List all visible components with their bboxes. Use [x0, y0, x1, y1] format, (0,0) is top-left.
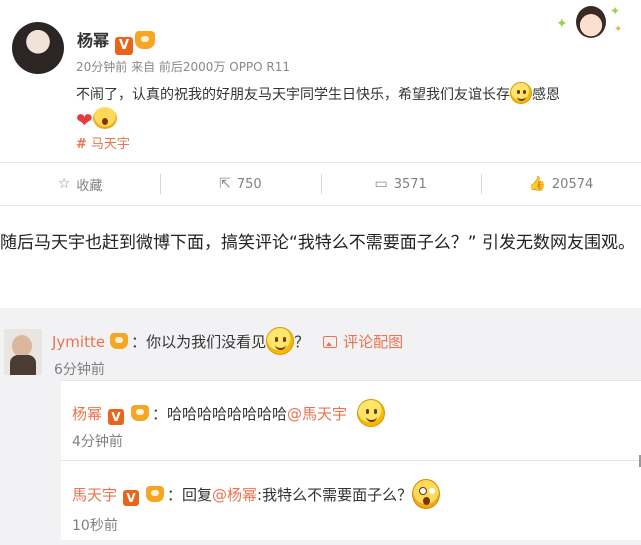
- comment-button[interactable]: ▭ 3571: [320, 163, 481, 205]
- shock-emoji-icon: [92, 107, 117, 129]
- post-text-main: 不闹了，认真的祝我的好朋友马天宇同学生日快乐，希望我们友谊长存: [76, 87, 510, 103]
- comment-count: 3571: [393, 176, 427, 192]
- author-avatar[interactable]: [12, 22, 64, 74]
- reply-user[interactable]: 杨幂: [72, 405, 102, 423]
- star-icon: ☆: [57, 176, 71, 192]
- reply-line: 杨幂 V ：哈哈哈哈哈哈哈哈@馬天宇: [72, 399, 385, 427]
- post-meta: 20分钟前 来自 前后2000万 OPPO R11: [76, 60, 291, 74]
- vip-crown-icon: [135, 31, 156, 49]
- topic-link[interactable]: # 马天宇: [76, 133, 130, 152]
- post-action-bar: ☆ 收藏 ⇱ 750 ▭ 3571 👍 20574: [0, 163, 641, 205]
- comment-time: 6分钟前: [54, 362, 105, 378]
- reply-user[interactable]: 馬天宇: [72, 486, 117, 504]
- reply-mention[interactable]: @杨幂: [212, 486, 257, 504]
- topic-label[interactable]: 马天宇: [91, 137, 130, 152]
- smile-emoji-icon: [266, 327, 295, 355]
- author-name[interactable]: 杨幂: [77, 31, 109, 50]
- shocked-emoji-icon: [412, 479, 441, 509]
- commenter-name[interactable]: Jymitte: [52, 333, 105, 351]
- comment-line: Jymitte ：你以为我们没看见 ？ 评论配图: [52, 327, 403, 355]
- topic-hash-icon: #: [76, 137, 87, 152]
- verified-badge-icon: V: [115, 37, 134, 55]
- comment-picture-link[interactable]: 评论配图: [323, 333, 403, 351]
- comment-text-tail: ？: [294, 333, 310, 351]
- article-paragraph: 随后马天宇也赶到微博下面，搞笑评论“我特么不需要面子么？” 引发无数网友围观。: [0, 233, 636, 253]
- like-count: 20574: [551, 176, 594, 192]
- verified-badge-icon: V: [123, 490, 140, 506]
- image-icon: [323, 336, 338, 348]
- reply-line: 馬天宇 V ：回复@杨幂:我特么不需要面子么？: [72, 479, 441, 509]
- vip-crown-icon: [110, 333, 129, 349]
- divider: [0, 205, 641, 206]
- comment-text: ：你以为我们没看见: [131, 333, 267, 351]
- post-text: 不闹了，认真的祝我的好朋友马天宇同学生日快乐，希望我们友谊长存 感恩 ❤: [76, 82, 636, 132]
- reply-time: 10秒前: [72, 518, 118, 534]
- reply-text: ：哈哈哈哈哈哈哈哈: [152, 405, 288, 423]
- smile-emoji-icon: [510, 82, 532, 104]
- post-text-tail: 感恩: [532, 87, 560, 103]
- share-count: 750: [236, 176, 262, 192]
- comment-icon: ▭: [374, 176, 388, 192]
- reply-time: 4分钟前: [72, 434, 123, 450]
- like-button[interactable]: 👍 20574: [480, 163, 641, 205]
- post-author[interactable]: 杨幂 V: [77, 27, 156, 55]
- like-icon: 👍: [528, 176, 546, 192]
- commenter-avatar[interactable]: [4, 329, 42, 375]
- reply-mention[interactable]: @馬天宇: [287, 405, 347, 423]
- share-button[interactable]: ⇱ 750: [160, 163, 320, 205]
- weibo-screenshot: 杨幂 V 20分钟前 来自 前后2000万 OPPO R11 不闹了，认真的祝我的…: [0, 0, 641, 545]
- reply-item: 馬天宇 V ：回复@杨幂:我特么不需要面子么？ 10秒前: [61, 460, 641, 540]
- favorite-button[interactable]: ☆ 收藏: [0, 163, 160, 205]
- reply-prefix: ：回复: [167, 486, 213, 504]
- comment-picture-label: 评论配图: [343, 333, 404, 351]
- heart-emoji-icon: ❤: [76, 108, 93, 132]
- verified-badge-icon: V: [108, 409, 125, 425]
- share-icon: ⇱: [219, 176, 231, 192]
- reply-item: 杨幂 V ：哈哈哈哈哈哈哈哈@馬天宇 4分钟前: [61, 380, 641, 460]
- smile-emoji-icon: [356, 399, 385, 427]
- sticker-girl-icon: ✦ ✦ ✦: [548, 2, 630, 42]
- reply-text: :我特么不需要面子么？: [257, 486, 413, 504]
- vip-crown-icon: [131, 405, 150, 421]
- vip-crown-icon: [146, 486, 165, 502]
- favorite-label: 收藏: [76, 178, 103, 194]
